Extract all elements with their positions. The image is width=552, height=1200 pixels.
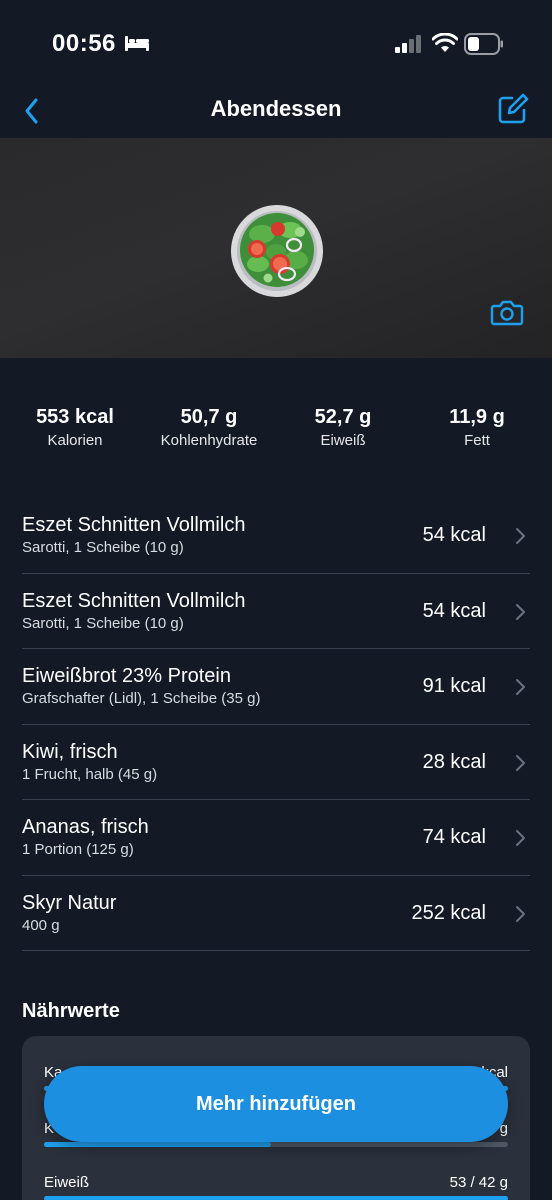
food-item[interactable]: Kiwi, frisch 1 Frucht, halb (45 g) 28 kc… <box>22 725 530 800</box>
food-item[interactable]: Eiweißbrot 23% Protein Grafschafter (Lid… <box>22 649 530 725</box>
chevron-right-icon <box>516 830 525 846</box>
edit-button[interactable] <box>496 92 530 126</box>
chevron-right-icon <box>516 679 525 695</box>
nutrient-progress-fill <box>44 1142 272 1147</box>
signal-icon <box>395 35 421 53</box>
food-name: Skyr Natur <box>22 891 117 914</box>
add-more-button[interactable]: Mehr hinzufügen <box>44 1066 508 1142</box>
food-kcal: 91 kcal <box>422 675 486 697</box>
summary-label: Kohlenhydrate <box>160 432 258 449</box>
bed-icon <box>125 36 149 51</box>
summary-label: Kalorien <box>47 432 103 449</box>
food-kcal: 74 kcal <box>422 826 486 848</box>
food-name: Eszet Schnitten Vollmilch <box>22 514 246 536</box>
summary-label: Eiweiß <box>320 432 366 449</box>
nutrient-progress-track <box>44 1196 508 1200</box>
edit-icon <box>498 93 529 124</box>
battery-icon <box>464 33 503 55</box>
food-name: Ananas, frisch <box>22 816 149 838</box>
food-detail: 1 Portion (125 g) <box>22 841 134 858</box>
food-item[interactable]: Ananas, frisch 1 Portion (125 g) 74 kcal <box>22 800 530 876</box>
nutrient-label: Eiweiß <box>44 1174 90 1191</box>
macro-summary: 553 kcal Kalorien 50,7 g Kohlenhydrate 5… <box>0 404 552 454</box>
food-detail: 400 g <box>22 916 60 934</box>
summary-fat: 11,9 g Fett <box>407 404 547 452</box>
food-detail: Sarotti, 1 Scheibe (10 g) <box>22 614 184 632</box>
meal-detail-screen: 00:56 Abendessen 553 kcal Kalorien 50,7 … <box>0 0 552 1200</box>
food-name: Eszet Schnitten Vollmilch <box>22 589 246 612</box>
food-kcal: 252 kcal <box>411 901 487 924</box>
chevron-right-icon <box>516 603 525 620</box>
camera-icon <box>490 300 524 326</box>
food-list: Eszet Schnitten Vollmilch Sarotti, 1 Sch… <box>22 498 530 951</box>
summary-value: 52,7 g <box>314 406 372 428</box>
summary-value: 50,7 g <box>180 406 238 428</box>
food-item[interactable]: Eszet Schnitten Vollmilch Sarotti, 1 Sch… <box>22 498 530 574</box>
nutrient-value: 53 / 42 g <box>449 1174 508 1191</box>
food-name: Kiwi, frisch <box>22 740 118 763</box>
status-time: 00:56 <box>52 30 116 57</box>
food-detail: Sarotti, 1 Scheibe (10 g) <box>22 539 184 556</box>
food-item[interactable]: Eszet Schnitten Vollmilch Sarotti, 1 Sch… <box>22 574 530 649</box>
nav-bar: Abendessen <box>0 88 552 138</box>
summary-label: Fett <box>464 432 490 449</box>
food-detail: 1 Frucht, halb (45 g) <box>22 765 158 783</box>
summary-value: 11,9 g <box>449 406 505 428</box>
summary-value: 553 kcal <box>36 406 114 428</box>
salad-icon <box>231 205 323 297</box>
nutrition-heading: Nährwerte <box>22 1000 120 1022</box>
camera-button[interactable] <box>490 298 524 328</box>
food-kcal: 54 kcal <box>422 599 486 622</box>
wifi-icon <box>432 33 458 52</box>
page-title: Abendessen <box>210 96 342 121</box>
chevron-right-icon <box>516 754 525 771</box>
nutrient-progress-fill <box>44 1196 508 1200</box>
summary-protein: 52,7 g Eiweiß <box>273 404 413 452</box>
summary-calories: 553 kcal Kalorien <box>5 404 145 452</box>
food-item[interactable]: Skyr Natur 400 g 252 kcal <box>22 876 530 951</box>
food-name: Eiweißbrot 23% Protein <box>22 665 231 687</box>
food-detail: Grafschafter (Lidl), 1 Scheibe (35 g) <box>22 690 261 707</box>
food-kcal: 28 kcal <box>422 750 486 773</box>
summary-carbs: 50,7 g Kohlenhydrate <box>139 404 279 452</box>
chevron-right-icon <box>516 528 525 544</box>
meal-image-area <box>0 138 552 358</box>
chevron-right-icon <box>516 905 525 922</box>
food-kcal: 54 kcal <box>422 524 486 546</box>
status-bar: 00:56 <box>0 0 552 88</box>
nutrient-progress-track <box>44 1142 508 1147</box>
